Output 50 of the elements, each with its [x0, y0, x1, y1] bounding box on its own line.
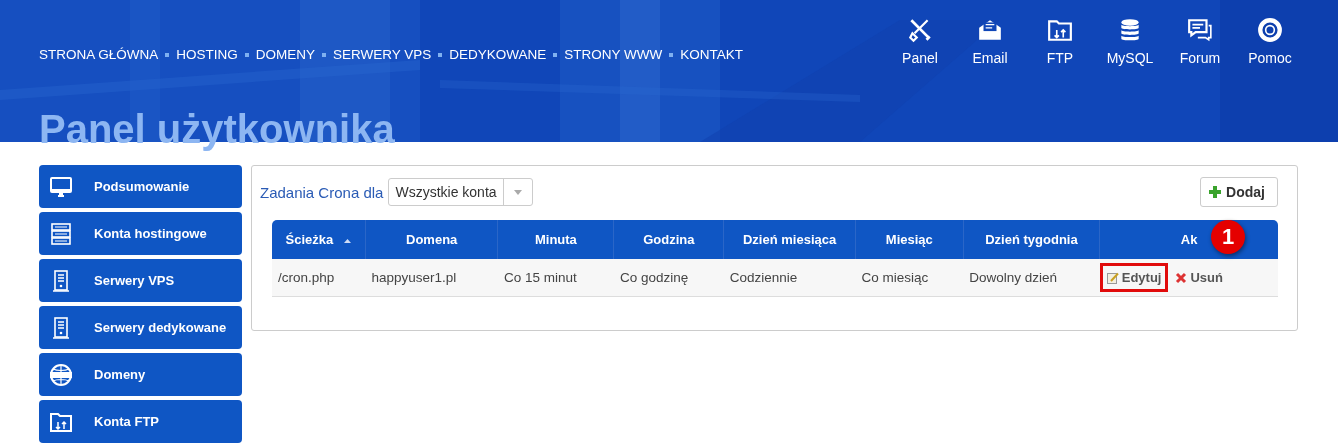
- quick-link[interactable]: FTP: [1025, 17, 1095, 66]
- sort-up-icon: [344, 238, 352, 243]
- server-rack-icon: [49, 221, 73, 246]
- table-cell: /cron.php: [272, 259, 366, 297]
- table-cell: Co miesiąc: [855, 259, 964, 297]
- account-select[interactable]: Wszystkie konta: [388, 178, 533, 206]
- table-cell: Co godzinę: [613, 259, 724, 297]
- column-header[interactable]: Minuta: [497, 220, 614, 259]
- table-cell: Co 15 minut: [497, 259, 614, 297]
- column-header[interactable]: Domena: [365, 220, 498, 259]
- monitor-icon: [49, 174, 73, 199]
- table-cell: Dowolny dzień: [963, 259, 1100, 297]
- nav-link[interactable]: HOSTING: [176, 47, 238, 62]
- tools-icon: [907, 17, 933, 43]
- quick-link[interactable]: Email: [955, 17, 1025, 66]
- column-header[interactable]: Miesiąc: [855, 220, 964, 259]
- pencil-icon: [1106, 271, 1119, 284]
- nav-link[interactable]: KONTAKT: [680, 47, 744, 62]
- nav-link[interactable]: STRONA GŁÓWNA: [39, 47, 159, 62]
- close-icon: [1175, 271, 1188, 284]
- sidebar-item[interactable]: Domeny: [39, 353, 242, 396]
- sidebar-item[interactable]: Konta FTP: [39, 400, 242, 443]
- nav-link[interactable]: SERWERY VPS: [333, 47, 432, 62]
- nav-link[interactable]: STRONY WWW: [564, 47, 663, 62]
- add-button[interactable]: Dodaj: [1200, 177, 1278, 207]
- caret-icon: [513, 189, 522, 195]
- delete-link[interactable]: Usuń: [1168, 263, 1230, 292]
- sidebar-item[interactable]: Podsumowanie: [39, 165, 242, 208]
- column-header[interactable]: Dzień tygodnia: [963, 220, 1100, 259]
- globe-icon: [49, 362, 73, 387]
- column-header[interactable]: Dzień miesiąca: [723, 220, 856, 259]
- lifebuoy-icon: [1257, 17, 1283, 43]
- quick-link[interactable]: MySQL: [1095, 17, 1165, 66]
- quick-link[interactable]: Forum: [1165, 17, 1235, 66]
- folder-icon: [1047, 17, 1073, 43]
- edit-link[interactable]: Edytuj: [1099, 263, 1169, 292]
- plus-icon: [1209, 186, 1222, 198]
- chat-icon: [1187, 17, 1213, 43]
- nav-link[interactable]: DEDYKOWANE: [449, 47, 547, 62]
- page-title: Panel użytkownika: [39, 106, 395, 152]
- quick-link[interactable]: Panel: [885, 17, 955, 66]
- table-cell: happyuser1.pl: [365, 259, 498, 297]
- panel-title: Zadania Crona dla: [260, 183, 384, 201]
- column-header[interactable]: Godzina: [613, 220, 724, 259]
- nav-link[interactable]: DOMENY: [255, 47, 316, 62]
- sidebar-item[interactable]: Serwery VPS: [39, 259, 242, 302]
- sidebar-item[interactable]: Konta hostingowe: [39, 212, 242, 255]
- column-header[interactable]: Ścieżka: [272, 220, 366, 259]
- sidebar-item[interactable]: Serwery dedykowane: [39, 306, 242, 349]
- table-cell: Codziennie: [723, 259, 856, 297]
